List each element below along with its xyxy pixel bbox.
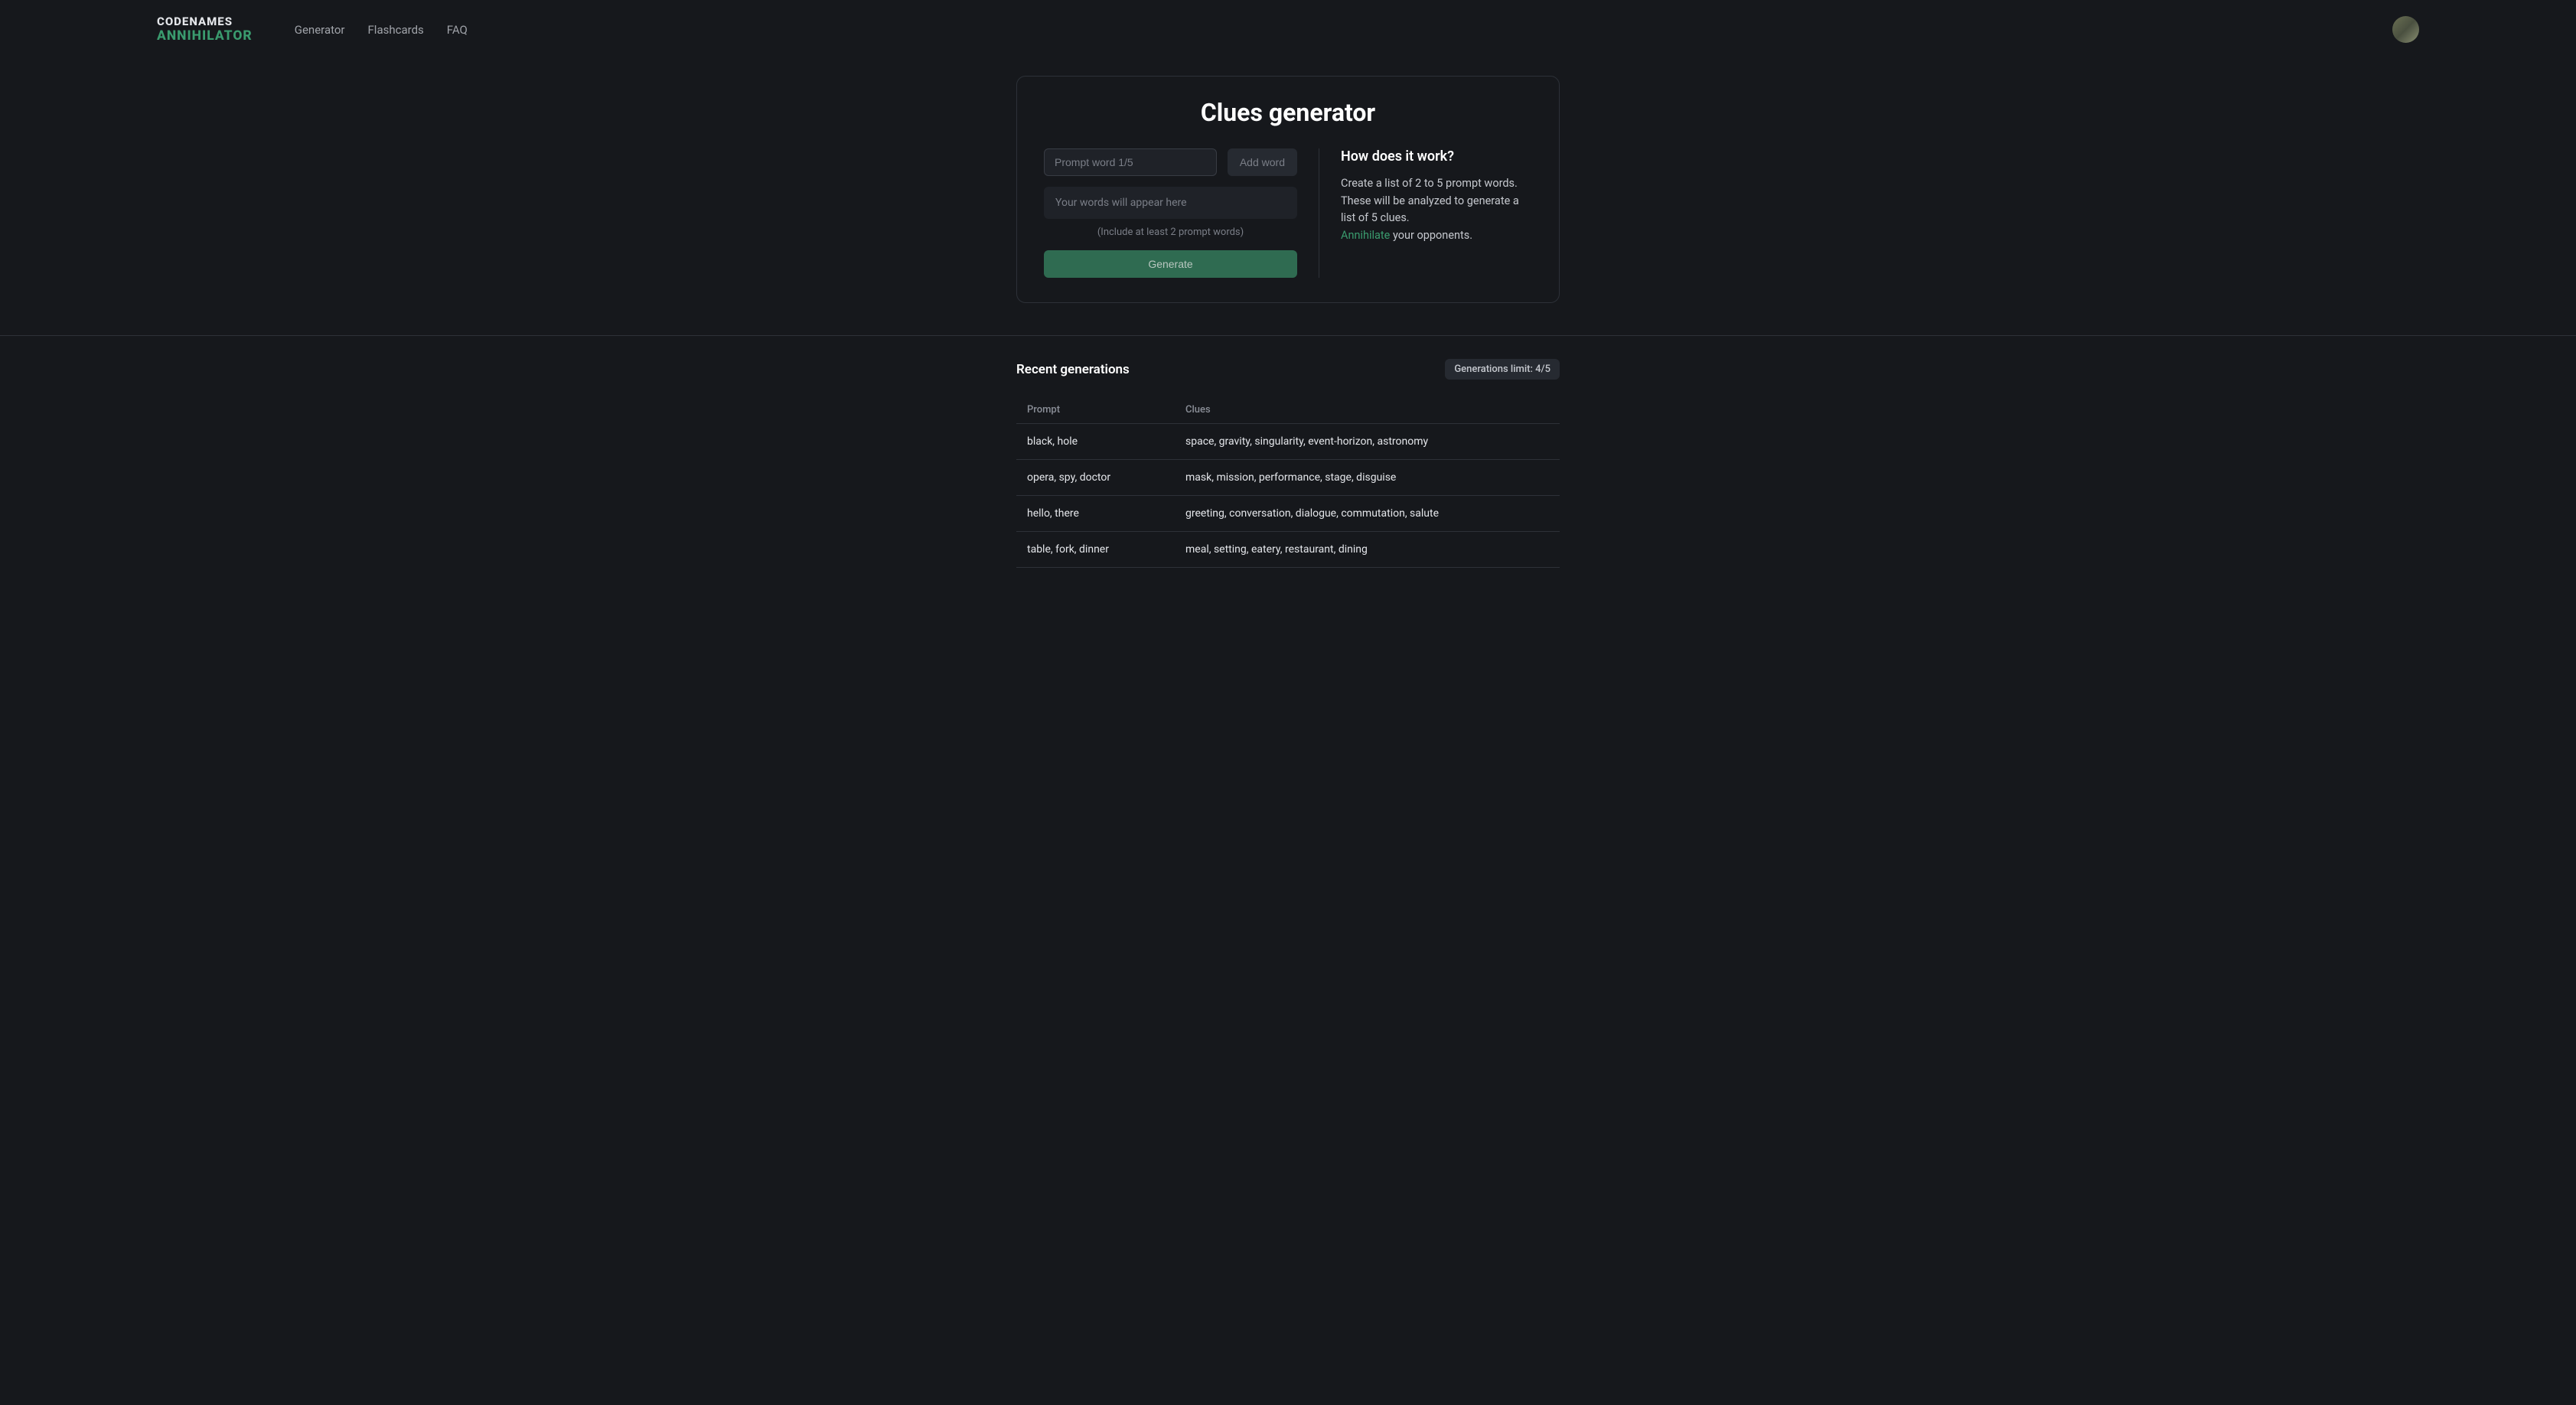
horizontal-divider <box>0 335 2576 336</box>
cell-prompt: hello, there <box>1027 507 1185 520</box>
logo[interactable]: CODENAMES ANNIHILATOR <box>157 15 253 44</box>
recent-table: Prompt Clues black, hole space, gravity,… <box>1016 396 1560 568</box>
recent-header: Recent generations Generations limit: 4/… <box>1016 359 1560 380</box>
hint-text: (Include at least 2 prompt words) <box>1044 227 1297 238</box>
generations-limit-badge: Generations limit: 4/5 <box>1445 359 1560 380</box>
nav-faq[interactable]: FAQ <box>447 23 468 37</box>
card-body: Add word Your words will appear here (In… <box>1044 148 1532 278</box>
main-nav: Generator Flashcards FAQ <box>295 23 468 37</box>
cell-clues: mask, mission, performance, stage, disgu… <box>1185 471 1549 484</box>
nav-flashcards[interactable]: Flashcards <box>368 23 424 37</box>
add-word-button[interactable]: Add word <box>1228 148 1297 176</box>
cell-prompt: black, hole <box>1027 435 1185 448</box>
prompt-word-input[interactable] <box>1044 148 1217 176</box>
info-highlight: Annihilate <box>1341 229 1390 242</box>
recent-section: Recent generations Generations limit: 4/… <box>1005 359 1571 598</box>
input-row: Add word <box>1044 148 1297 176</box>
generator-card: Clues generator Add word Your words will… <box>1016 76 1560 303</box>
cell-clues: meal, setting, eatery, restaurant, dinin… <box>1185 543 1549 556</box>
info-text: Create a list of 2 to 5 prompt words. Th… <box>1341 175 1532 244</box>
generator-form: Add word Your words will appear here (In… <box>1044 148 1297 278</box>
avatar[interactable] <box>2392 16 2419 43</box>
header: CODENAMES ANNIHILATOR Generator Flashcar… <box>0 0 2576 59</box>
info-panel: How does it work? Create a list of 2 to … <box>1341 148 1532 278</box>
cell-clues: greeting, conversation, dialogue, commut… <box>1185 507 1549 520</box>
table-head: Prompt Clues <box>1016 396 1560 424</box>
nav-generator[interactable]: Generator <box>295 23 345 37</box>
col-head-clues: Clues <box>1185 404 1549 416</box>
cell-prompt: table, fork, dinner <box>1027 543 1185 556</box>
main-container: Clues generator Add word Your words will… <box>1005 76 1571 303</box>
logo-line2: ANNIHILATOR <box>157 28 253 44</box>
table-row: table, fork, dinner meal, setting, eater… <box>1016 532 1560 568</box>
logo-line1: CODENAMES <box>157 15 253 28</box>
col-head-prompt: Prompt <box>1027 404 1185 416</box>
cell-clues: space, gravity, singularity, event-horiz… <box>1185 435 1549 448</box>
cell-prompt: opera, spy, doctor <box>1027 471 1185 484</box>
table-row: black, hole space, gravity, singularity,… <box>1016 424 1560 460</box>
info-text-part2: your opponents. <box>1390 229 1472 242</box>
words-display: Your words will appear here <box>1044 187 1297 219</box>
table-row: opera, spy, doctor mask, mission, perfor… <box>1016 460 1560 496</box>
generate-button[interactable]: Generate <box>1044 250 1297 278</box>
info-text-part1: Create a list of 2 to 5 prompt words. Th… <box>1341 177 1519 224</box>
table-row: hello, there greeting, conversation, dia… <box>1016 496 1560 532</box>
card-title: Clues generator <box>1044 98 1532 127</box>
info-title: How does it work? <box>1341 148 1532 165</box>
recent-title: Recent generations <box>1016 362 1130 377</box>
